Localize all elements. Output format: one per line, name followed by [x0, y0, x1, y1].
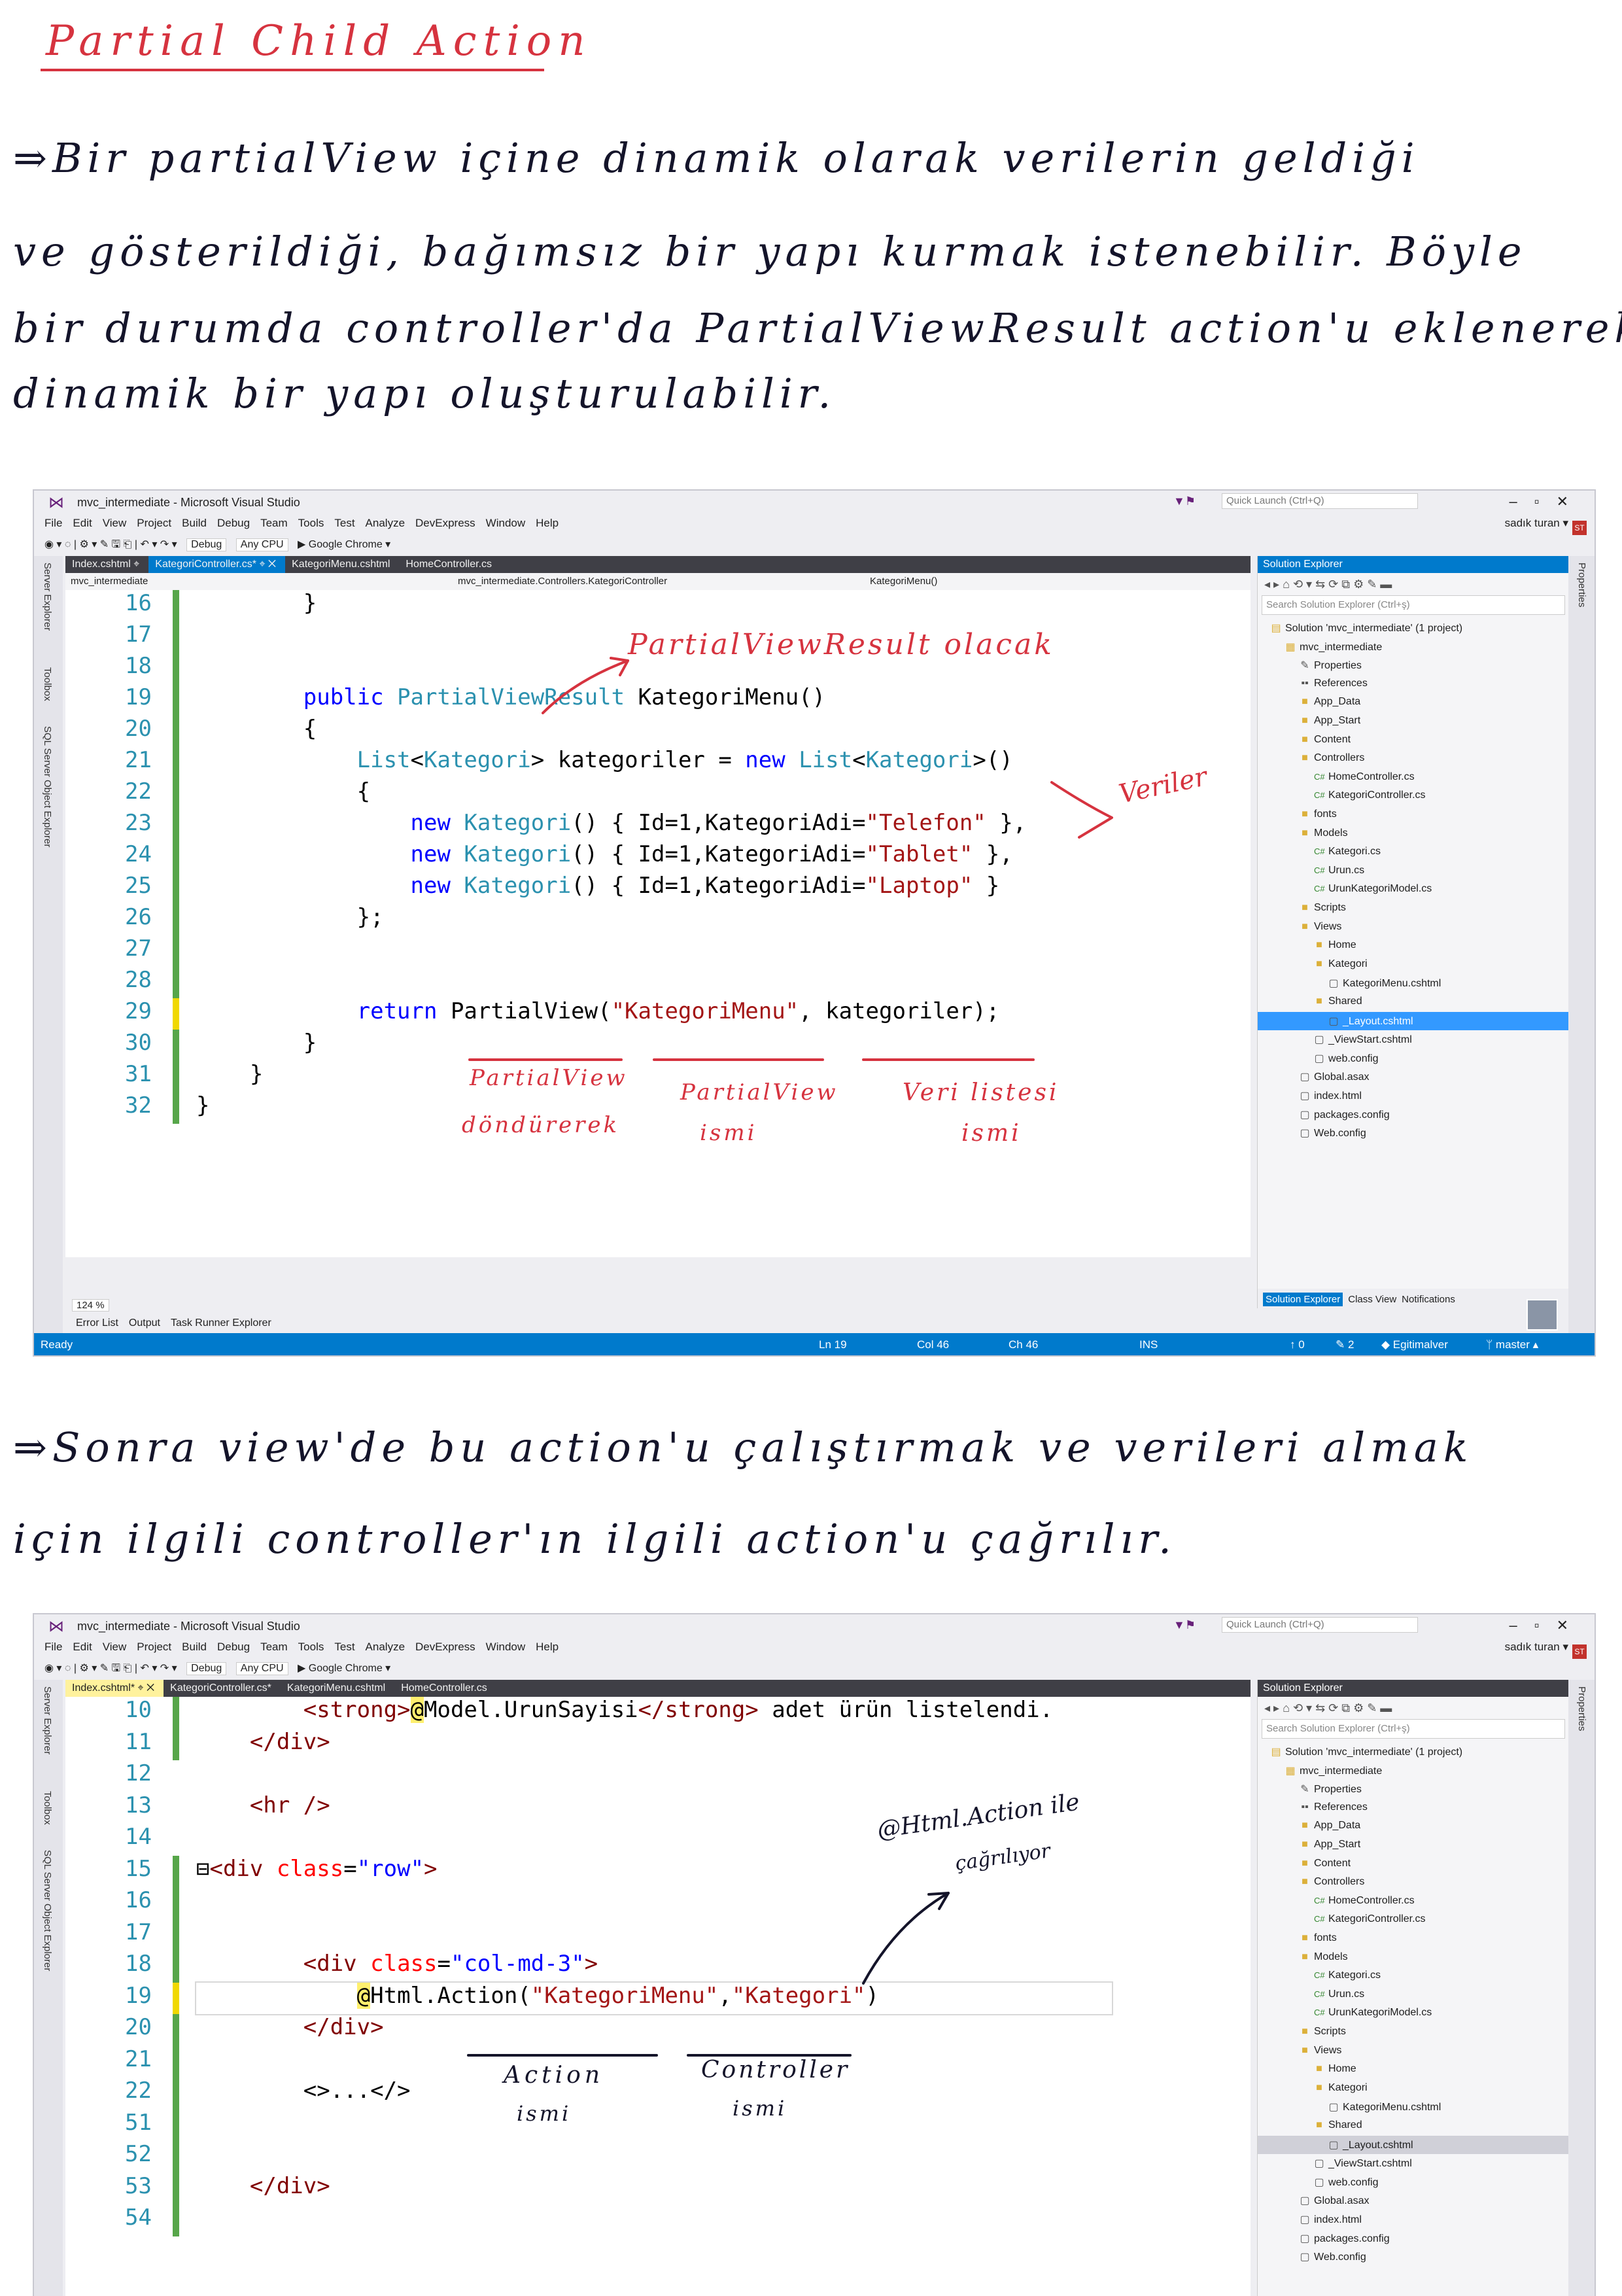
arrow-to-html-action	[862, 1892, 950, 1985]
arrow-to-partialviewresult	[542, 659, 629, 714]
veriler-bracket	[1050, 781, 1113, 839]
annotation-strokes	[467, 657, 1113, 2057]
